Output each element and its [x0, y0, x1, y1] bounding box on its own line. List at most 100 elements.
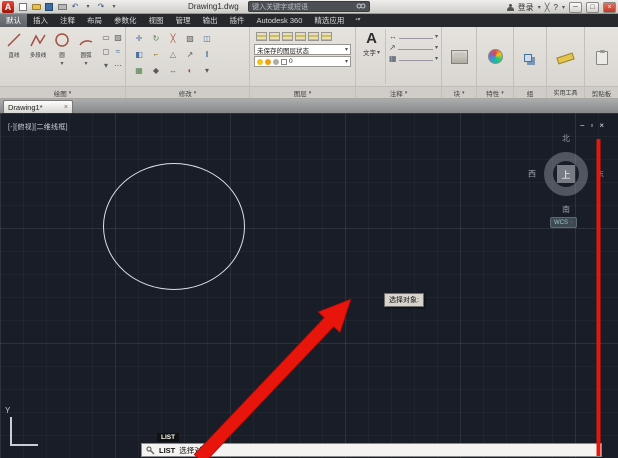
- modify-panel-label[interactable]: 修改▾: [126, 86, 249, 98]
- move-icon[interactable]: ✛: [133, 32, 145, 44]
- exchange-apps-icon[interactable]: ╳: [545, 3, 550, 12]
- layer-isolate-icon[interactable]: [282, 32, 293, 41]
- open-file-icon[interactable]: [31, 2, 41, 12]
- ribbon-tab-plugins[interactable]: 插件: [224, 14, 251, 27]
- command-line[interactable]: LIST 选择对象:: [141, 443, 602, 457]
- break-icon[interactable]: ◐: [184, 64, 196, 76]
- redo-icon[interactable]: ↷: [96, 2, 106, 12]
- undo-icon[interactable]: ↶: [70, 2, 80, 12]
- line-tool[interactable]: 直线: [2, 29, 26, 84]
- circle-tool[interactable]: 圆 ▾: [50, 29, 74, 84]
- undo-dropdown-icon[interactable]: ▾: [83, 2, 93, 12]
- extend-icon[interactable]: ↔: [167, 64, 179, 76]
- utilities-panel-label[interactable]: 实用工具: [547, 86, 584, 98]
- viewcube-south[interactable]: 南: [562, 204, 570, 215]
- minimize-button[interactable]: ─: [569, 2, 582, 13]
- insert-block-icon[interactable]: [451, 50, 468, 64]
- signin-dropdown-icon[interactable]: ▾: [538, 4, 541, 11]
- spline-icon[interactable]: ⋯: [112, 59, 124, 71]
- erase-icon[interactable]: ▨: [184, 32, 196, 44]
- ribbon-tab-output[interactable]: 输出: [197, 14, 224, 27]
- stretch-icon[interactable]: ↗: [184, 48, 196, 60]
- layer-state-dropdown[interactable]: 未保存的图层状态 ▾: [254, 44, 351, 55]
- file-tab-drawing1[interactable]: Drawing1* ×: [3, 100, 73, 113]
- ribbon-tab-view[interactable]: 视图: [143, 14, 170, 27]
- help-button[interactable]: ?: [554, 3, 558, 12]
- revision-cloud-icon[interactable]: ≈: [112, 45, 124, 57]
- viewcube-north[interactable]: 北: [562, 133, 570, 144]
- viewcube-east[interactable]: 东: [596, 169, 604, 180]
- viewport-restore-icon[interactable]: ▫: [590, 121, 593, 130]
- properties-panel-label[interactable]: 特性▾: [477, 86, 513, 98]
- leader-tool[interactable]: ↗▾: [389, 43, 438, 52]
- ribbon-tab-insert[interactable]: 插入: [27, 14, 54, 27]
- viewcube-top-face[interactable]: 上: [557, 165, 575, 183]
- new-file-icon[interactable]: [18, 2, 28, 12]
- viewport-close-icon[interactable]: ×: [599, 121, 604, 130]
- dimension-tool[interactable]: ↔▾: [389, 32, 438, 41]
- modify-more-icon[interactable]: ▾: [201, 64, 213, 76]
- ribbon-tab-layout[interactable]: 布局: [81, 14, 108, 27]
- ribbon-tab-default[interactable]: 默认: [0, 14, 27, 27]
- color-wheel-icon[interactable]: [488, 49, 503, 64]
- ribbon-tab-parametric[interactable]: 参数化: [108, 14, 143, 27]
- drawn-circle[interactable]: [103, 163, 245, 290]
- layer-match-icon[interactable]: [321, 32, 332, 41]
- save-icon[interactable]: [44, 2, 54, 12]
- fillet-icon[interactable]: ⌐: [150, 48, 162, 60]
- layer-lock-icon[interactable]: [308, 32, 319, 41]
- signin-button[interactable]: 登录: [518, 2, 534, 13]
- command-suggestion-chip[interactable]: LIST: [157, 433, 179, 442]
- group-panel-label[interactable]: 组: [514, 86, 546, 98]
- arc-dropdown-icon[interactable]: ▾: [84, 60, 87, 67]
- layer-off-icon[interactable]: [269, 32, 280, 41]
- command-customize-icon[interactable]: [146, 446, 155, 455]
- layer-select-dropdown[interactable]: 0 ▾: [254, 56, 351, 67]
- ribbon-tab-a360[interactable]: Autodesk 360: [251, 14, 309, 27]
- viewport-minimize-icon[interactable]: −: [580, 121, 585, 130]
- trim-icon[interactable]: ╳: [167, 32, 179, 44]
- array-icon[interactable]: ▦: [133, 64, 145, 76]
- qat-dropdown-icon[interactable]: ▾: [109, 2, 119, 12]
- copy-icon[interactable]: ◫: [201, 32, 213, 44]
- circle-dropdown-icon[interactable]: ▾: [60, 60, 63, 67]
- viewport-controls[interactable]: [-][俯视][二维线框]: [8, 122, 68, 132]
- rectangle-icon[interactable]: ▭: [100, 31, 112, 43]
- measure-icon[interactable]: [556, 53, 574, 65]
- ribbon-tab-manage[interactable]: 管理: [170, 14, 197, 27]
- annotation-panel-label[interactable]: 注释▾: [356, 86, 441, 98]
- app-menu-button[interactable]: A: [2, 1, 14, 13]
- explode-icon[interactable]: ◆: [150, 64, 162, 76]
- hatch-icon[interactable]: ▨: [112, 31, 124, 43]
- file-tab-close-icon[interactable]: ×: [64, 104, 68, 111]
- layer-properties-icon[interactable]: [256, 32, 267, 41]
- draw-more-icon[interactable]: ▾: [100, 59, 112, 71]
- arc-tool[interactable]: 圆弧 ▾: [74, 29, 98, 84]
- help-dropdown-icon[interactable]: ▾: [562, 4, 565, 11]
- plot-icon[interactable]: [57, 2, 67, 12]
- drawing-canvas[interactable]: [-][俯视][二维线框] − ▫ × 北 西 东 南 上 WCS ▾ 选择对象…: [0, 113, 618, 458]
- clipboard-panel-label[interactable]: 剪贴板: [585, 86, 618, 98]
- wcs-menu-button[interactable]: WCS ▾: [550, 217, 577, 228]
- block-panel-label[interactable]: 块▾: [442, 86, 476, 98]
- search-icon[interactable]: [356, 2, 366, 11]
- text-tool[interactable]: A 文字▾: [358, 29, 385, 84]
- offset-icon[interactable]: ‖: [201, 48, 213, 60]
- close-button[interactable]: ×: [603, 2, 616, 13]
- search-box[interactable]: 键入关键字或短语: [248, 1, 370, 12]
- layer-freeze-icon[interactable]: [295, 32, 306, 41]
- draw-panel-label[interactable]: 绘图▾: [0, 86, 125, 98]
- ribbon-options-chevron-icon[interactable]: ▪▾: [350, 14, 365, 27]
- ucs-icon[interactable]: Y: [3, 406, 45, 454]
- layers-panel-label[interactable]: 图层▾: [250, 86, 355, 98]
- ribbon-tab-featured-apps[interactable]: 精选应用: [308, 14, 350, 27]
- polyline-tool[interactable]: 多段线: [26, 29, 50, 84]
- ribbon-tab-annotate[interactable]: 注释: [54, 14, 81, 27]
- rotate-icon[interactable]: ↻: [150, 32, 162, 44]
- scale-icon[interactable]: △: [167, 48, 179, 60]
- maximize-button[interactable]: □: [586, 2, 599, 13]
- clipboard-icon[interactable]: [596, 51, 608, 65]
- ellipse-icon[interactable]: ◻: [100, 45, 112, 57]
- group-objects-icon[interactable]: [524, 54, 532, 62]
- view-cube[interactable]: 北 西 东 南 上: [528, 133, 604, 215]
